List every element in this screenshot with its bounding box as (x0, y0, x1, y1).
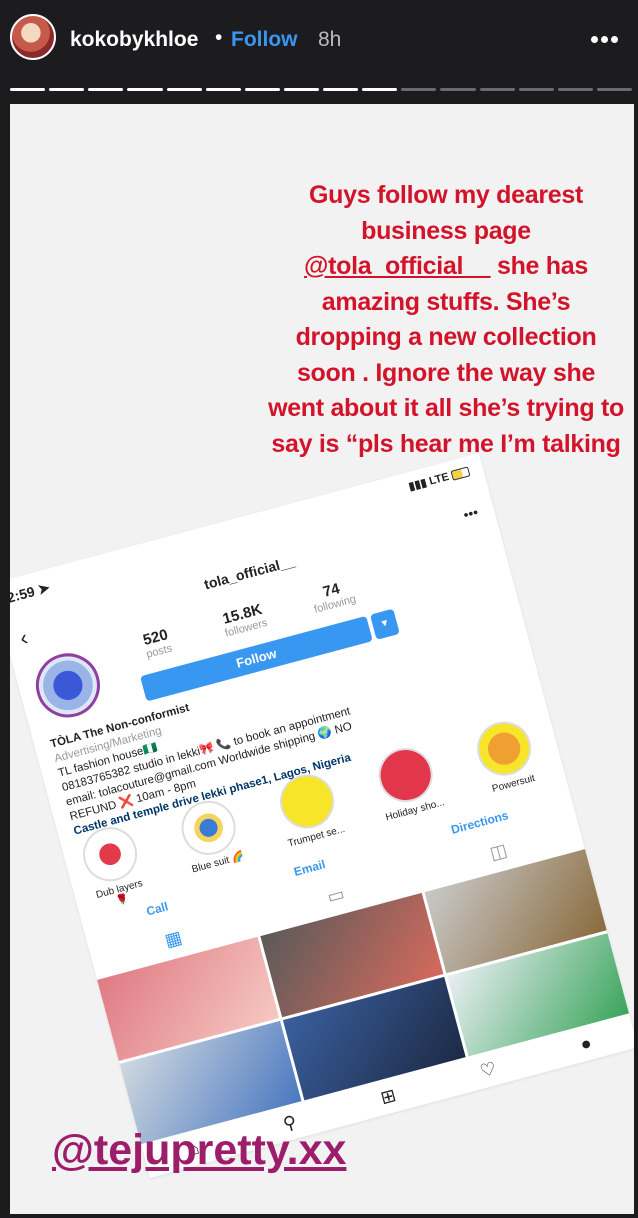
progress-segment (10, 88, 46, 91)
progress-segment (518, 88, 554, 91)
more-options-icon[interactable] (588, 30, 618, 48)
progress-segment (127, 88, 163, 91)
caption-text: she has amazing stuffs. She’s dropping a… (268, 252, 624, 493)
highlight-item: Powersuit (467, 715, 548, 808)
grid-icon: ▦ (162, 926, 185, 951)
embedded-profile-screenshot: 2:59 ➤ ▮▮▮ LTE ‹ tola_official__ ••• 520… (10, 453, 634, 1178)
highlight-label: Blue suit 🌈 (190, 850, 246, 876)
call-action: Call (144, 899, 170, 919)
highlight-label: Powersuit (490, 772, 537, 795)
mention-sticker[interactable]: @tejupretty.xx (52, 1126, 346, 1175)
signal-icon: ▮▮▮ (407, 476, 429, 494)
email-action: Email (292, 857, 327, 879)
progress-segment (88, 88, 124, 91)
progress-segment (596, 88, 632, 91)
progress-segment (440, 88, 476, 91)
phone-status-bar: ▮▮▮ LTE (407, 464, 471, 493)
post-time: 8h (318, 28, 342, 51)
phone-clock: 2:59 ➤ (10, 579, 52, 607)
progress-segment (401, 88, 437, 91)
follow-button[interactable]: Follow (231, 28, 298, 52)
highlight-item: Dub layers 🌹 (73, 820, 154, 913)
caption-text: Guys follow my dearest business page (308, 181, 584, 245)
chevron-down-icon: ▼ (369, 608, 400, 640)
story-header: kokobykhloe • Follow 8h (0, 0, 638, 80)
separator-dot: • (215, 26, 223, 49)
highlight-label: Holiday sho... (384, 797, 446, 824)
progress-segment (323, 88, 359, 91)
location-arrow-icon: ➤ (36, 579, 52, 598)
profile-icon: ● (578, 1032, 594, 1055)
heart-icon: ♡ (477, 1057, 499, 1082)
highlight-item: Blue suit 🌈 (172, 794, 253, 887)
progress-segment (479, 88, 515, 91)
tagged-icon: ◫ (487, 839, 510, 864)
network-label: LTE (427, 470, 451, 488)
progress-segment (283, 88, 319, 91)
battery-icon (450, 466, 471, 481)
caption-mention-link[interactable]: @tola_official__ (304, 252, 491, 280)
following-stat: 74 following (295, 573, 370, 619)
highlight-item: Trumpet se... (270, 767, 351, 860)
highlight-item: Holiday sho... (369, 741, 450, 834)
story-caption: Guys follow my dearest business page @to… (268, 178, 624, 498)
clock-text: 2:59 (10, 583, 37, 606)
highlight-label: Trumpet se... (286, 823, 347, 850)
progress-segment (557, 88, 593, 91)
story-content[interactable]: Guys follow my dearest business page @to… (10, 104, 634, 1214)
progress-segment (49, 88, 85, 91)
add-post-icon: ⊞ (378, 1084, 399, 1109)
username[interactable]: kokobykhloe (70, 28, 198, 52)
progress-segment (244, 88, 280, 91)
progress-segment (205, 88, 241, 91)
story-progress-bar (10, 88, 632, 92)
posts-stat: 520 posts (120, 620, 195, 666)
highlight-label: Dub layers 🌹 (94, 877, 145, 908)
igtv-icon: ▭ (325, 883, 347, 908)
followers-stat: 15.8K followers (206, 597, 281, 643)
progress-segment (362, 88, 398, 91)
profile-avatar (28, 646, 108, 725)
user-avatar[interactable] (10, 14, 56, 60)
progress-segment (166, 88, 202, 91)
